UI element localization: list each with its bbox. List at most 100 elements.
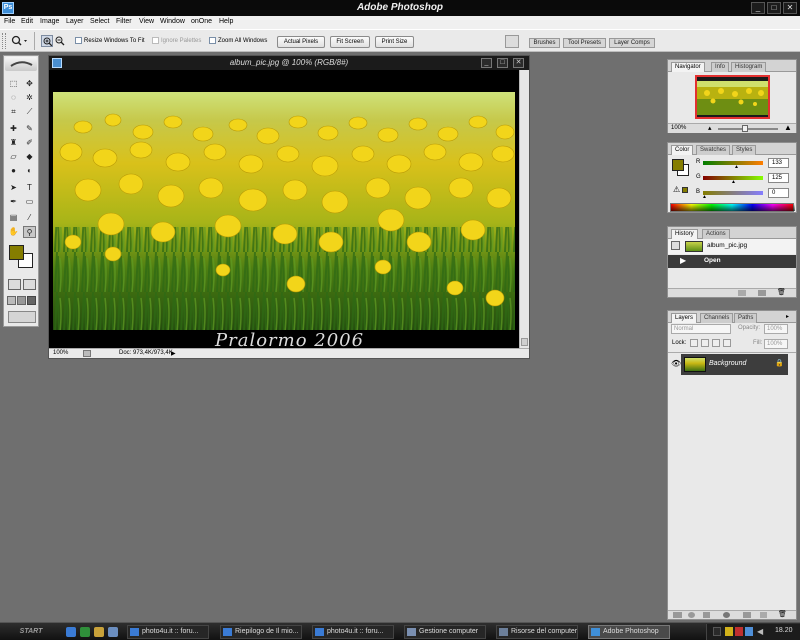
zoom-all-windows-checkbox[interactable] bbox=[209, 37, 216, 44]
toolbox-header-icon[interactable] bbox=[5, 57, 37, 71]
blend-mode-select[interactable]: Normal bbox=[671, 324, 731, 334]
menu-view[interactable]: View bbox=[138, 16, 155, 29]
eyedropper-tool-icon[interactable]: ⁄ bbox=[23, 212, 36, 224]
lock-transparency-icon[interactable] bbox=[690, 339, 698, 347]
menu-window[interactable]: Window bbox=[159, 16, 186, 29]
ignore-palettes-checkbox[interactable] bbox=[152, 37, 159, 44]
healing-brush-icon[interactable]: ✚ bbox=[7, 123, 20, 135]
new-layer-icon[interactable] bbox=[760, 612, 767, 618]
history-state-row[interactable]: ▶ Open bbox=[668, 255, 796, 268]
menu-filter[interactable]: Filter bbox=[115, 16, 133, 29]
status-menu-arrow-icon[interactable]: ▶ bbox=[171, 350, 176, 359]
gamut-swatch[interactable] bbox=[682, 187, 688, 193]
jump-to-imageready-icon[interactable] bbox=[8, 311, 36, 323]
trash-icon[interactable]: 🗑 bbox=[777, 289, 786, 296]
menu-image[interactable]: Image bbox=[39, 16, 60, 29]
tray-volume-icon[interactable]: ◀ bbox=[757, 627, 763, 636]
new-group-icon[interactable] bbox=[743, 612, 751, 618]
type-tool-icon[interactable]: T bbox=[23, 182, 36, 194]
dodge-tool-icon[interactable]: ◐ bbox=[23, 165, 36, 177]
eraser-tool-icon[interactable]: ▱ bbox=[7, 151, 20, 163]
tab-actions[interactable]: Actions bbox=[702, 229, 730, 239]
desktop-quicklaunch-icon[interactable] bbox=[80, 627, 90, 637]
green-slider-thumb-icon[interactable]: ▲ bbox=[731, 180, 736, 185]
shape-tool-icon[interactable]: ▭ bbox=[23, 196, 36, 208]
lasso-tool-icon[interactable]: ◌ bbox=[7, 92, 20, 104]
navigator-preview[interactable] bbox=[695, 75, 770, 119]
tab-paths[interactable]: Paths bbox=[734, 313, 758, 323]
menu-help[interactable]: Help bbox=[218, 16, 234, 29]
history-brush-icon[interactable]: ✐ bbox=[23, 137, 36, 149]
start-button[interactable]: START bbox=[2, 625, 60, 639]
pen-tool-icon[interactable]: ✒ bbox=[7, 196, 20, 208]
taskbar-photo4u-2[interactable]: photo4u.it :: foru... bbox=[312, 625, 394, 639]
media-quicklaunch-icon[interactable] bbox=[94, 627, 104, 637]
menu-edit[interactable]: Edit bbox=[20, 16, 34, 29]
palette-menu-icon[interactable]: ▸ bbox=[786, 313, 789, 321]
screen-mode-standard-icon[interactable] bbox=[7, 296, 16, 305]
tray-app-icon[interactable] bbox=[713, 627, 721, 636]
tab-styles[interactable]: Styles bbox=[732, 145, 757, 155]
gamut-warning-icon[interactable]: ⚠ bbox=[673, 185, 680, 194]
menu-layer[interactable]: Layer bbox=[65, 16, 85, 29]
zoom-out-icon[interactable] bbox=[54, 35, 66, 47]
canvas[interactable]: Pralormo 2006 bbox=[49, 70, 519, 351]
tray-alert-icon[interactable] bbox=[735, 627, 743, 636]
tool-presets-tab[interactable]: Tool Presets bbox=[563, 38, 606, 48]
ie-quicklaunch-icon[interactable] bbox=[66, 627, 76, 637]
standard-mode-icon[interactable] bbox=[8, 279, 21, 290]
zoom-tool-selected-icon[interactable]: ⚲ bbox=[23, 226, 36, 238]
layer-style-icon[interactable] bbox=[688, 612, 695, 618]
tray-antivirus-icon[interactable] bbox=[725, 627, 733, 636]
green-value-field[interactable]: 125 bbox=[768, 173, 789, 183]
layer-mask-icon[interactable] bbox=[703, 612, 710, 618]
resize-windows-checkbox[interactable] bbox=[75, 37, 82, 44]
taskbar-photo4u-1[interactable]: photo4u.it :: foru... bbox=[127, 625, 209, 639]
menu-onone[interactable]: onOne bbox=[190, 16, 213, 29]
tab-navigator[interactable]: Navigator bbox=[671, 62, 705, 72]
vertical-scrollbar[interactable] bbox=[519, 70, 529, 348]
clock[interactable]: 18.20 bbox=[775, 627, 793, 634]
brush-tool-icon[interactable]: ✎ bbox=[23, 123, 36, 135]
red-value-field[interactable]: 133 bbox=[768, 158, 789, 168]
red-slider-thumb-icon[interactable]: ▲ bbox=[734, 165, 739, 170]
zoom-out-small-icon[interactable]: ▴ bbox=[708, 125, 712, 132]
foreground-color-swatch[interactable] bbox=[9, 245, 24, 260]
notes-tool-icon[interactable]: ▤ bbox=[7, 212, 20, 224]
tray-network-icon[interactable] bbox=[745, 627, 753, 636]
clone-stamp-icon[interactable]: ♜ bbox=[7, 137, 20, 149]
screen-mode-full-menu-icon[interactable] bbox=[17, 296, 26, 305]
magic-wand-tool-icon[interactable]: ✲ bbox=[23, 92, 36, 104]
taskbar-riepilogo[interactable]: Riepilogo de Il mio... bbox=[220, 625, 302, 639]
navigator-zoom-value[interactable]: 100% bbox=[671, 124, 686, 133]
new-snapshot-icon[interactable] bbox=[758, 290, 766, 296]
layer-comps-tab[interactable]: Layer Comps bbox=[609, 38, 655, 48]
doc-close-icon[interactable]: ✕ bbox=[513, 58, 524, 68]
tab-histogram[interactable]: Histogram bbox=[731, 62, 767, 72]
new-document-from-state-icon[interactable] bbox=[738, 290, 746, 296]
lock-all-icon[interactable] bbox=[723, 339, 731, 347]
zoom-tool-icon[interactable] bbox=[10, 35, 28, 47]
taskbar-gestione-computer[interactable]: Gestione computer bbox=[404, 625, 486, 639]
close-icon[interactable]: ✕ bbox=[783, 2, 797, 14]
layer-visibility-eye-icon[interactable]: 👁 bbox=[671, 359, 681, 368]
move-tool-icon[interactable]: ✥ bbox=[23, 78, 36, 90]
menu-select[interactable]: Select bbox=[89, 16, 110, 29]
lock-image-icon[interactable] bbox=[701, 339, 709, 347]
taskbar-risorse-computer[interactable]: Risorse del computer bbox=[496, 625, 578, 639]
screen-mode-full-icon[interactable] bbox=[27, 296, 36, 305]
zoom-in-small-icon[interactable]: ▲ bbox=[784, 124, 792, 132]
status-info-icon[interactable] bbox=[83, 350, 91, 357]
tab-history[interactable]: History bbox=[671, 229, 698, 239]
tab-layers[interactable]: Layers bbox=[671, 313, 698, 323]
lock-position-icon[interactable] bbox=[712, 339, 720, 347]
menu-file[interactable]: File bbox=[3, 16, 16, 29]
paint-bucket-icon[interactable]: ◆ bbox=[23, 151, 36, 163]
fit-screen-button[interactable]: Fit Screen bbox=[330, 36, 370, 48]
tab-channels[interactable]: Channels bbox=[700, 313, 734, 323]
quick-mask-icon[interactable] bbox=[23, 279, 36, 290]
delete-layer-icon[interactable]: 🗑 bbox=[778, 611, 787, 618]
blue-slider[interactable] bbox=[703, 191, 763, 195]
tab-swatches[interactable]: Swatches bbox=[696, 145, 731, 155]
zoom-slider[interactable] bbox=[718, 128, 778, 130]
